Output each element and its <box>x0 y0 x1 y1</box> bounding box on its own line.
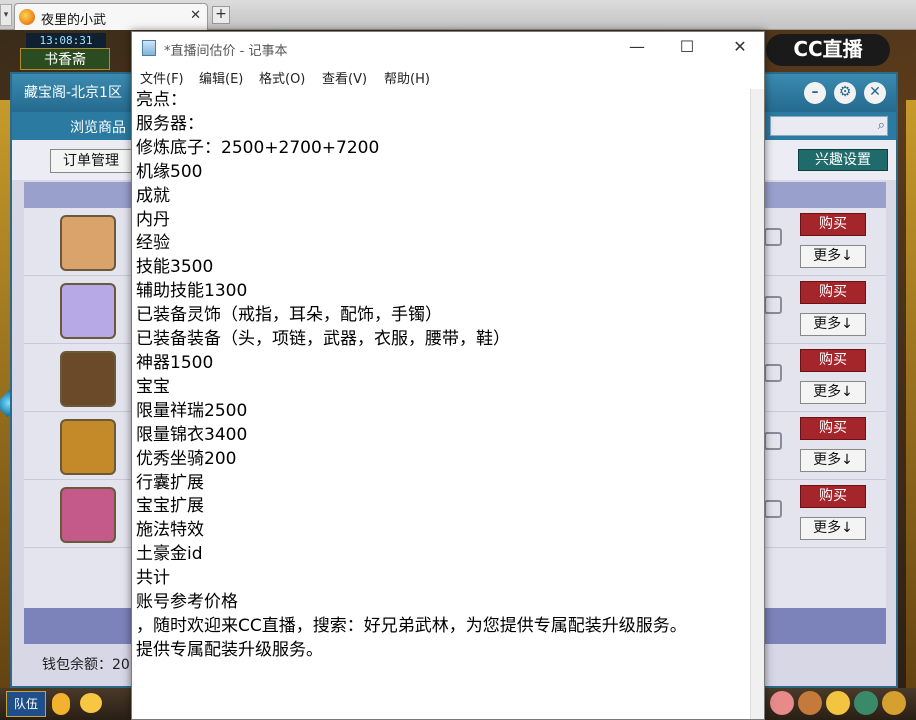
smiley-icon[interactable] <box>826 691 850 715</box>
game-clock: 13:08:31 <box>26 33 106 49</box>
notepad-titlebar: *直播间估价 - 记事本 — ☐ ✕ <box>132 32 764 64</box>
character-avatar[interactable] <box>60 215 116 271</box>
character-avatar[interactable] <box>60 487 116 543</box>
new-tab-button[interactable]: + <box>212 6 230 24</box>
cart-icon[interactable] <box>764 500 782 518</box>
text-line: 成就 <box>136 185 170 206</box>
order-management-button[interactable]: 订单管理 <box>50 149 132 173</box>
more-button[interactable]: 更多↓ <box>800 313 866 336</box>
settings-gear-icon[interactable]: ⚙ <box>834 82 856 104</box>
menu-view[interactable]: 查看(V) <box>322 68 367 87</box>
tab-title: 夜里的小武 <box>41 13 107 28</box>
text-line: 限量祥瑞2500 <box>136 400 248 421</box>
notepad-scrollbar[interactable] <box>750 89 764 719</box>
system-icon[interactable] <box>882 691 906 715</box>
cart-icon[interactable] <box>764 296 782 314</box>
menu-file[interactable]: 文件(F) <box>140 68 184 87</box>
browser-tab[interactable]: 夜里的小武 ✕ <box>14 3 208 30</box>
notepad-title: *直播间估价 - 记事本 <box>164 44 288 59</box>
tab-scroll-arrow-icon[interactable]: ▾ <box>0 4 12 26</box>
notepad-text-area[interactable]: 亮点： 服务器： 修炼底子：2500+2700+7200 机缘500 成就 内丹… <box>132 89 750 719</box>
text-line: 辅助技能1300 <box>136 281 248 302</box>
peach-icon[interactable] <box>770 691 794 715</box>
character-avatar[interactable] <box>60 283 116 339</box>
cart-icon[interactable] <box>764 364 782 382</box>
text-line: 经验 <box>136 233 170 254</box>
notepad-icon <box>142 40 156 56</box>
tab-close-icon[interactable]: ✕ <box>190 8 201 23</box>
text-line: 亮点： <box>136 90 187 110</box>
text-line: 土豪金id <box>136 544 203 565</box>
wallet-balance: 钱包余额：20 <box>42 657 130 673</box>
text-line: 技能3500 <box>136 257 214 278</box>
text-line: 神器1500 <box>136 352 214 373</box>
close-icon[interactable]: ✕ <box>720 36 760 60</box>
text-line: 内丹 <box>136 209 170 230</box>
minimize-icon[interactable]: – <box>804 82 826 104</box>
cart-icon[interactable] <box>764 432 782 450</box>
treasure-title: 藏宝阁-北京1区 <box>24 85 122 101</box>
cc-live-logo: CC直播 <box>766 34 890 66</box>
text-line: 已装备装备（头，项链，武器，衣服，腰带，鞋） <box>136 329 510 350</box>
notepad-menubar: 文件(F) 编辑(E) 格式(O) 查看(V) 帮助(H) <box>132 64 764 88</box>
treasure-search-input[interactable]: ⌕ <box>770 116 888 136</box>
bag-icon[interactable] <box>798 691 822 715</box>
text-line: 已装备灵饰（戒指，耳朵，配饰，手镯） <box>136 305 442 326</box>
more-button[interactable]: 更多↓ <box>800 245 866 268</box>
maximize-icon[interactable]: ☐ <box>667 36 707 60</box>
text-line: 账号参考价格 <box>136 592 238 613</box>
text-line: 宝宝 <box>136 376 170 397</box>
buy-button[interactable]: 购买 <box>800 485 866 508</box>
interest-settings-button[interactable]: 兴趣设置 <box>798 149 888 171</box>
buy-button[interactable]: 购买 <box>800 281 866 304</box>
text-line: 服务器： <box>136 113 204 134</box>
buy-button[interactable]: 购买 <box>800 213 866 236</box>
character-avatar[interactable] <box>60 419 116 475</box>
search-icon[interactable]: ⌕ <box>878 118 885 133</box>
buy-button[interactable]: 购买 <box>800 349 866 372</box>
game-location: 书香斋 <box>20 48 110 70</box>
team-button[interactable]: 队伍 <box>6 691 46 717</box>
browse-products-tab[interactable]: 浏览商品 <box>70 117 126 137</box>
game-logo-icon <box>19 9 35 25</box>
text-line: 优秀坐骑200 <box>136 448 237 469</box>
browser-tab-bar: ▾ 夜里的小武 ✕ + <box>0 0 916 30</box>
text-line: 宝宝扩展 <box>136 496 204 517</box>
text-line: 施法特效 <box>136 520 204 541</box>
more-button[interactable]: 更多↓ <box>800 381 866 404</box>
character-avatar[interactable] <box>60 351 116 407</box>
text-line: 限量锦衣3400 <box>136 424 248 445</box>
more-button[interactable]: 更多↓ <box>800 449 866 472</box>
text-line: 行囊扩展 <box>136 472 204 493</box>
close-icon[interactable]: ✕ <box>864 82 886 104</box>
text-line: 修炼底子：2500+2700+7200 <box>136 137 380 158</box>
microphone-icon[interactable] <box>52 693 70 715</box>
menu-icon[interactable] <box>854 691 878 715</box>
frame-edge-right <box>906 100 916 720</box>
buy-button[interactable]: 购买 <box>800 417 866 440</box>
text-line: ，随时欢迎来CC直播，搜索：好兄弟武林，为您提供专属配装升级服务。 <box>136 615 687 636</box>
notepad-window: *直播间估价 - 记事本 — ☐ ✕ 文件(F) 编辑(E) 格式(O) 查看(… <box>131 31 765 720</box>
text-line: 提供专属配装升级服务。 <box>136 639 323 660</box>
cart-icon[interactable] <box>764 228 782 246</box>
menu-edit[interactable]: 编辑(E) <box>199 68 243 87</box>
text-line: 共计 <box>136 568 170 589</box>
menu-format[interactable]: 格式(O) <box>259 68 305 87</box>
menu-help[interactable]: 帮助(H) <box>384 68 430 87</box>
text-line: 机缘500 <box>136 161 203 182</box>
chat-bubble-icon[interactable] <box>80 693 102 713</box>
more-button[interactable]: 更多↓ <box>800 517 866 540</box>
minimize-icon[interactable]: — <box>617 36 657 60</box>
